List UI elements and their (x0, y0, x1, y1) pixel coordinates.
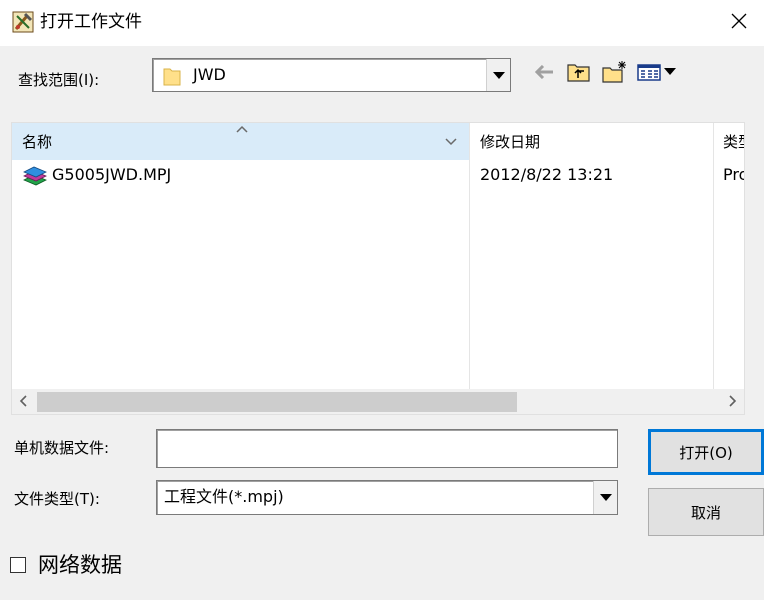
filetype-value: 工程文件(*.mpj) (164, 487, 284, 506)
column-date-label[interactable]: 修改日期 (480, 132, 540, 152)
column-header: 名称 修改日期 类型 (12, 123, 744, 160)
app-tools-icon (12, 11, 34, 33)
scroll-left-button[interactable] (12, 389, 36, 414)
view-menu-button[interactable] (636, 60, 680, 88)
column-name-label: 名称 (22, 133, 53, 151)
lookin-value: JWD (193, 65, 226, 84)
filetype-dropdown-button[interactable] (593, 481, 617, 514)
cancel-button[interactable]: 取消 (648, 488, 764, 536)
back-button[interactable] (532, 60, 558, 88)
filetype-combobox[interactable]: 工程文件(*.mpj) (156, 480, 618, 515)
network-data-label[interactable]: 网络数据 (38, 552, 122, 578)
column-type-label[interactable]: 类型 (723, 132, 744, 152)
file-date: 2012/8/22 13:21 (480, 165, 614, 184)
chevron-down-icon (492, 71, 505, 79)
filetype-label: 文件类型(T): (14, 490, 100, 508)
lookin-label: 查找范围(I): (18, 71, 100, 89)
column-filter-chevron-icon[interactable] (442, 132, 460, 150)
lookin-combobox[interactable]: JWD (152, 58, 511, 92)
column-header-name[interactable]: 名称 (12, 123, 469, 160)
new-folder-icon (602, 60, 628, 88)
chevron-left-icon (19, 393, 29, 411)
file-name: G5005JWD.MPJ (52, 165, 172, 184)
filename-label: 单机数据文件: (14, 439, 110, 457)
filename-input[interactable] (156, 429, 618, 468)
title-bar: 打开工作文件 (0, 0, 764, 46)
scroll-right-button[interactable] (720, 389, 744, 414)
chevron-down-icon (599, 494, 612, 501)
open-button[interactable]: 打开(O) (648, 429, 764, 475)
up-folder-icon (567, 61, 591, 87)
horizontal-scrollbar[interactable] (12, 389, 744, 414)
back-arrow-icon (534, 64, 555, 83)
new-folder-button[interactable] (600, 60, 630, 88)
window-title: 打开工作文件 (40, 12, 142, 32)
file-list[interactable]: 名称 修改日期 类型 G5005JWD.MPJ 2012/8/22 13:21 … (11, 122, 745, 415)
close-icon (731, 13, 747, 33)
view-menu-icon (637, 62, 679, 86)
table-row[interactable]: G5005JWD.MPJ 2012/8/22 13:21 Pro (12, 161, 744, 191)
sort-ascending-icon (234, 123, 250, 133)
lookin-dropdown-button[interactable] (486, 59, 510, 91)
file-type: Pro (723, 165, 744, 184)
network-data-checkbox[interactable] (10, 557, 26, 573)
close-button[interactable] (714, 0, 764, 46)
folder-icon (163, 66, 181, 86)
project-file-icon (22, 166, 48, 186)
scrollbar-thumb[interactable] (37, 392, 517, 412)
up-one-level-button[interactable] (565, 60, 593, 88)
chevron-right-icon (727, 393, 737, 411)
